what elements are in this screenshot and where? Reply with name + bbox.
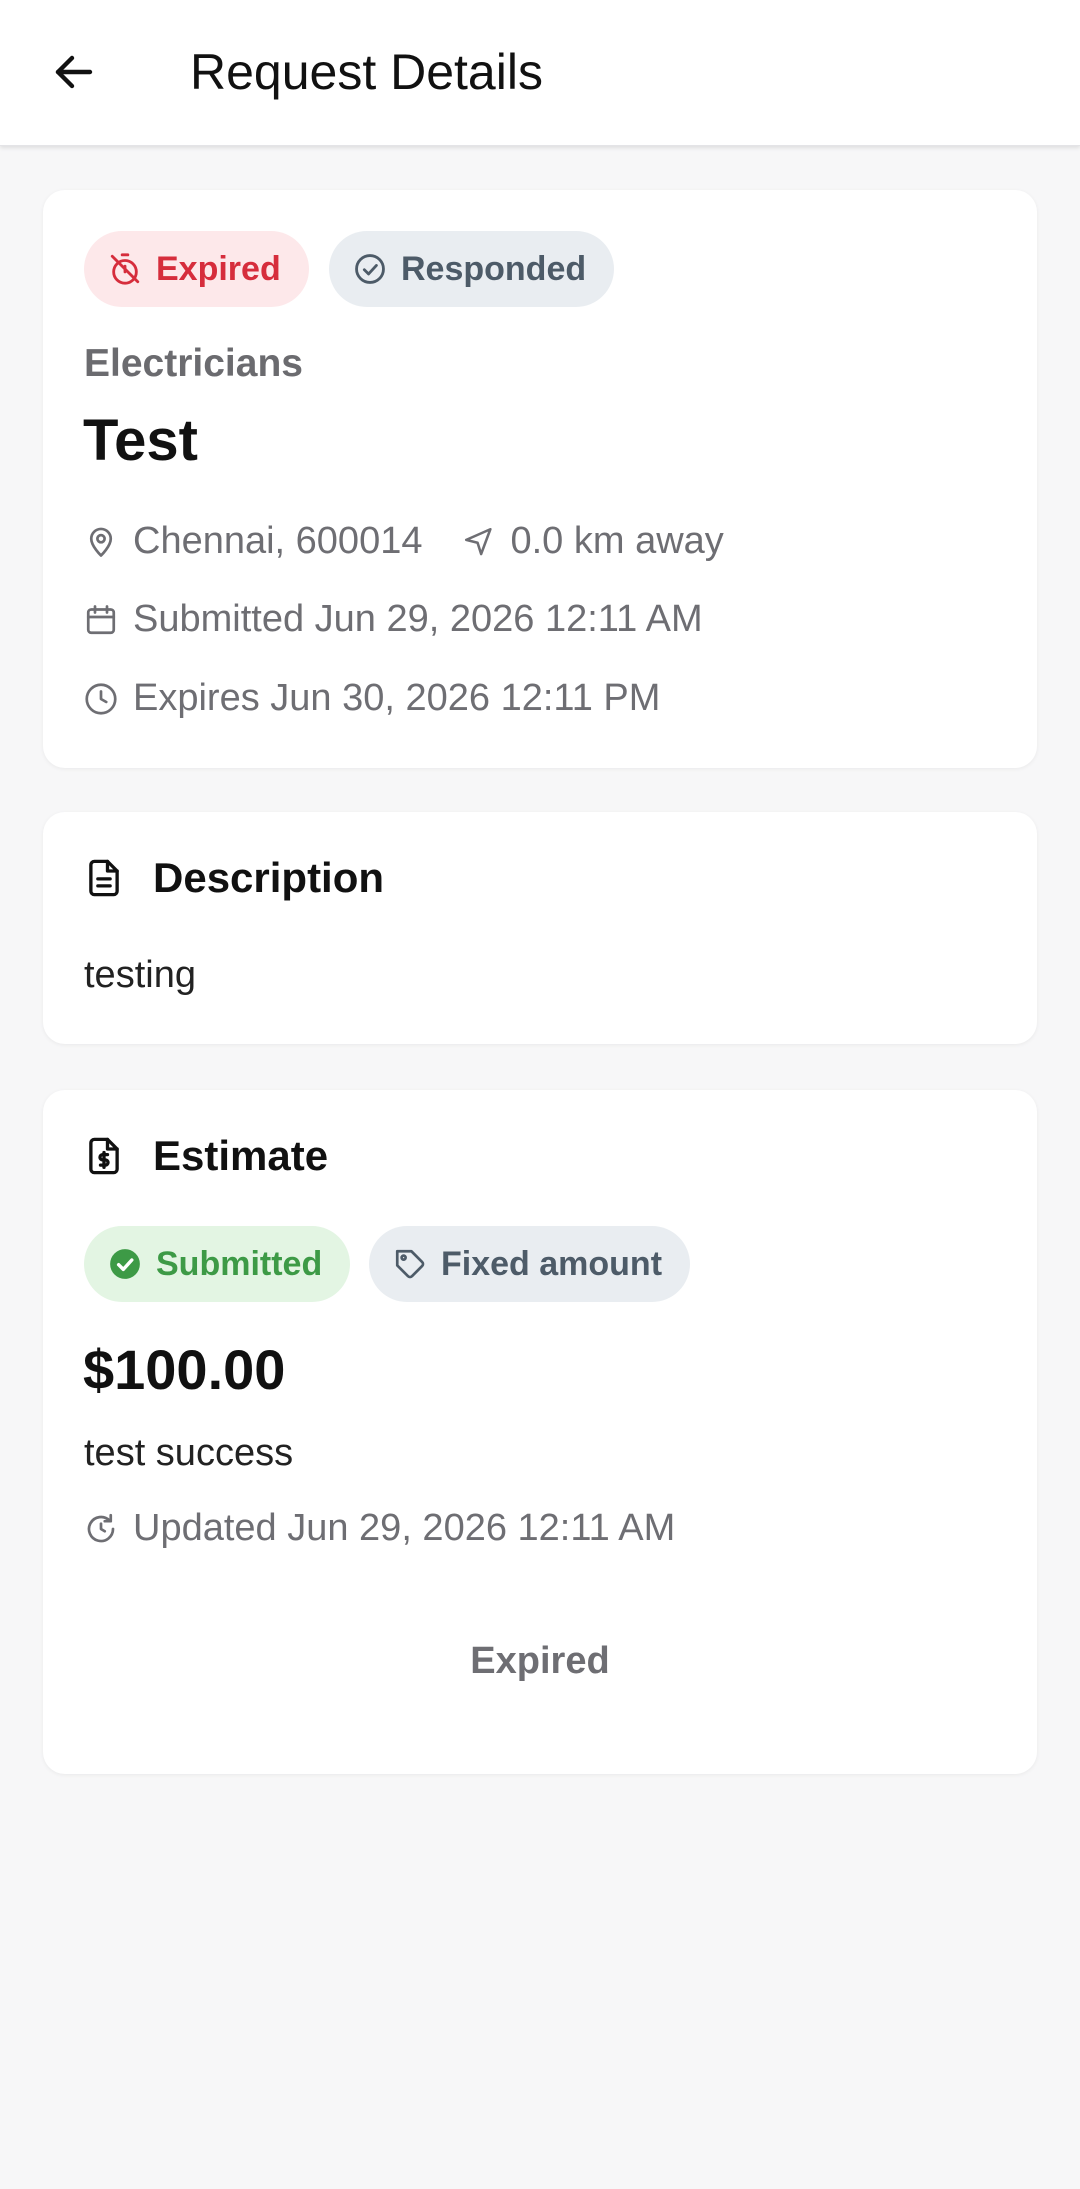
tag-icon xyxy=(395,1249,425,1279)
calendar-icon xyxy=(86,604,116,634)
submitted-row: Submitted Jun 29, 2026 12:11 AM xyxy=(83,598,703,641)
status-badge-responded: Responded xyxy=(329,231,615,307)
pricing-type-label: Fixed amount xyxy=(441,1244,663,1283)
status-badge-label: Expired xyxy=(156,249,281,288)
expires-row: Expires Jun 30, 2026 12:11 PM xyxy=(83,677,660,720)
navigation-icon xyxy=(465,527,493,555)
clock-icon xyxy=(85,682,117,715)
status-badge-expired: Expired xyxy=(84,231,309,307)
description-card: Description testing xyxy=(43,812,1037,1044)
expires-text: Expires Jun 30, 2026 12:11 PM xyxy=(133,677,661,719)
location-row: Chennai, 600014 0.0 km away xyxy=(83,520,724,563)
map-pin-icon xyxy=(89,527,113,557)
submitted-text: Submitted Jun 29, 2026 12:11 AM xyxy=(133,598,703,640)
status-badge-label: Responded xyxy=(401,249,587,288)
estimate-expired-status: Expired xyxy=(470,1640,610,1682)
request-category: Electricians xyxy=(84,342,303,385)
location-text: Chennai, 600014 xyxy=(133,520,423,562)
description-header: Description xyxy=(83,854,384,902)
distance-text: 0.0 km away xyxy=(510,520,724,562)
document-icon xyxy=(89,859,119,897)
page-title: Request Details xyxy=(190,44,543,100)
arrow-left-icon xyxy=(55,55,93,89)
estimate-amount: $100.00 xyxy=(83,1338,286,1401)
timer-off-icon xyxy=(110,253,140,285)
description-title: Description xyxy=(153,854,385,901)
check-circle-filled-icon xyxy=(110,1249,140,1279)
updated-row: Updated Jun 29, 2026 12:11 AM xyxy=(83,1507,675,1550)
back-button[interactable] xyxy=(32,30,116,114)
pricing-type-badge: Fixed amount xyxy=(369,1226,691,1302)
request-summary-card: Expired Responded Electricians Test Chen… xyxy=(43,190,1037,768)
estimate-status-badge: Submitted xyxy=(84,1226,351,1302)
estimate-status-label: Submitted xyxy=(156,1244,323,1283)
invoice-dollar-icon xyxy=(89,1137,119,1175)
check-circle-icon xyxy=(355,254,385,284)
estimate-header: Estimate xyxy=(83,1132,328,1180)
updated-text: Updated Jun 29, 2026 12:11 AM xyxy=(133,1507,676,1549)
estimate-card: Estimate Submitted Fixed amount $100.00 … xyxy=(43,1090,1037,1774)
estimate-note: test success xyxy=(84,1432,294,1474)
description-text: testing xyxy=(84,954,196,996)
request-title: Test xyxy=(83,408,198,473)
estimate-title: Estimate xyxy=(153,1132,329,1179)
app-bar: Request Details xyxy=(0,0,1080,146)
refresh-icon xyxy=(87,1513,115,1542)
